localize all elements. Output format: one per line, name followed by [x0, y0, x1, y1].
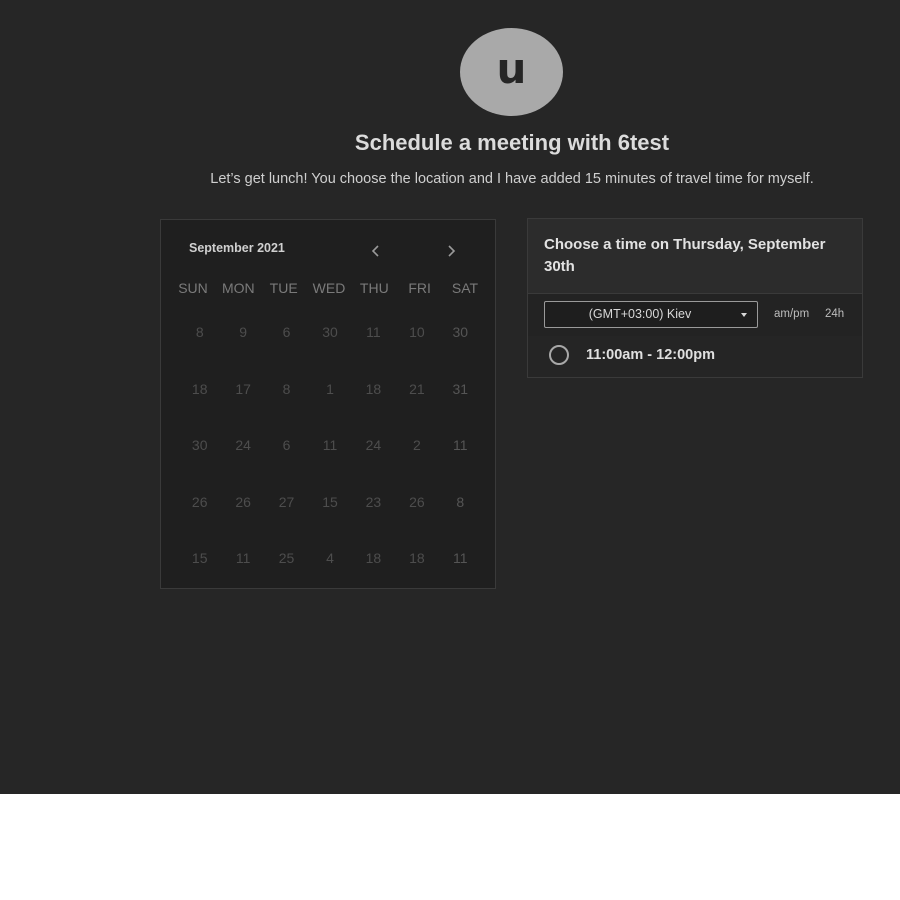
page-title: Schedule a meeting with 6test	[354, 130, 670, 155]
calendar-day: 18	[365, 550, 382, 566]
calendar-day: 18	[191, 380, 208, 397]
timezone-select[interactable]: (GMT+03:00) Kiev	[544, 301, 758, 328]
chevron-right-icon[interactable]	[440, 240, 462, 262]
calendar-day: 9	[239, 324, 248, 340]
date-picker-calendar: September 2021 SUN MON TUE WED THU FRI S…	[160, 219, 496, 589]
calendar-day: 23	[365, 493, 382, 510]
calendar-day: 30	[191, 437, 208, 453]
scheduling-page: u Schedule a meeting with 6test Let’s ge…	[0, 0, 900, 794]
calendar-day: 10	[409, 324, 425, 340]
calendar-day: 24	[235, 437, 251, 453]
calendar-day: 24	[365, 437, 382, 453]
time-selection-panel: Choose a time on Thursday, September 30t…	[527, 218, 863, 378]
calendar-day: 15	[322, 493, 338, 510]
calendar-day: 18	[365, 380, 382, 397]
time-panel-heading: Choose a time on Thursday, September 30t…	[544, 236, 826, 275]
weekday-thu: THU	[359, 280, 389, 296]
calendar-day: 27	[278, 493, 295, 510]
calendar-day: 25	[278, 550, 295, 566]
calendar-day: 4	[326, 550, 334, 566]
meeting-description: Let’s get lunch! You choose the location…	[210, 171, 814, 187]
calendar-day: 2	[412, 437, 421, 453]
calendar-day: 11	[453, 550, 468, 566]
format-24h-toggle[interactable]: 24h	[825, 308, 844, 320]
calendar-day-grid: 8 9 6 30 11 10 30 18 17 8 1 18 21 31 30 …	[178, 320, 482, 603]
calendar-day: 8	[456, 493, 465, 510]
calendar-day: 8	[282, 380, 291, 397]
calendar-day: 11	[322, 437, 338, 453]
calendar-month-label: September 2021	[189, 241, 285, 255]
calendar-day: 11	[453, 437, 468, 453]
timezone-value: (GMT+03:00) Kiev	[588, 307, 692, 321]
calendar-day: 21	[409, 380, 425, 397]
calendar-day: 31	[452, 380, 469, 397]
format-ampm-toggle[interactable]: am/pm	[774, 308, 809, 320]
radio-icon[interactable]	[549, 345, 569, 365]
calendar-day: 30	[452, 324, 469, 340]
weekday-fri: FRI	[408, 280, 431, 296]
calendar-day: 6	[282, 437, 291, 453]
next-month-glyph	[448, 245, 456, 257]
avatar-initial: u	[496, 44, 527, 93]
caret-down-icon	[741, 313, 747, 317]
weekday-mon: MON	[221, 280, 255, 296]
calendar-day: 11	[235, 550, 251, 566]
calendar-day: 26	[191, 493, 208, 510]
timezone-row: (GMT+03:00) Kiev am/pm 24h	[528, 293, 862, 336]
time-slot-option[interactable]: 11:00am - 12:00pm	[528, 336, 862, 377]
weekday-sun: SUN	[178, 280, 208, 296]
calendar-day: 18	[409, 550, 425, 566]
calendar-day: 8	[195, 324, 204, 340]
calendar-day: 30	[322, 324, 338, 340]
calendar-day: 26	[235, 493, 251, 510]
calendar-day: 6	[282, 324, 291, 340]
chevron-left-icon[interactable]	[365, 240, 387, 262]
time-slot-label: 11:00am - 12:00pm	[586, 347, 715, 363]
weekday-sat: SAT	[451, 280, 479, 296]
weekday-wed: WED	[312, 280, 346, 296]
prev-month-glyph	[371, 245, 379, 257]
calendar-day: 15	[191, 550, 208, 566]
blank-area	[0, 794, 900, 900]
weekday-tue: TUE	[269, 280, 298, 296]
calendar-day: 17	[235, 380, 251, 397]
calendar-day: 26	[409, 493, 425, 510]
weekday-header: SUN MON TUE WED THU FRI SAT	[171, 280, 487, 296]
host-avatar: u	[460, 28, 563, 116]
calendar-day: 1	[326, 380, 334, 397]
calendar-day: 11	[366, 324, 381, 340]
